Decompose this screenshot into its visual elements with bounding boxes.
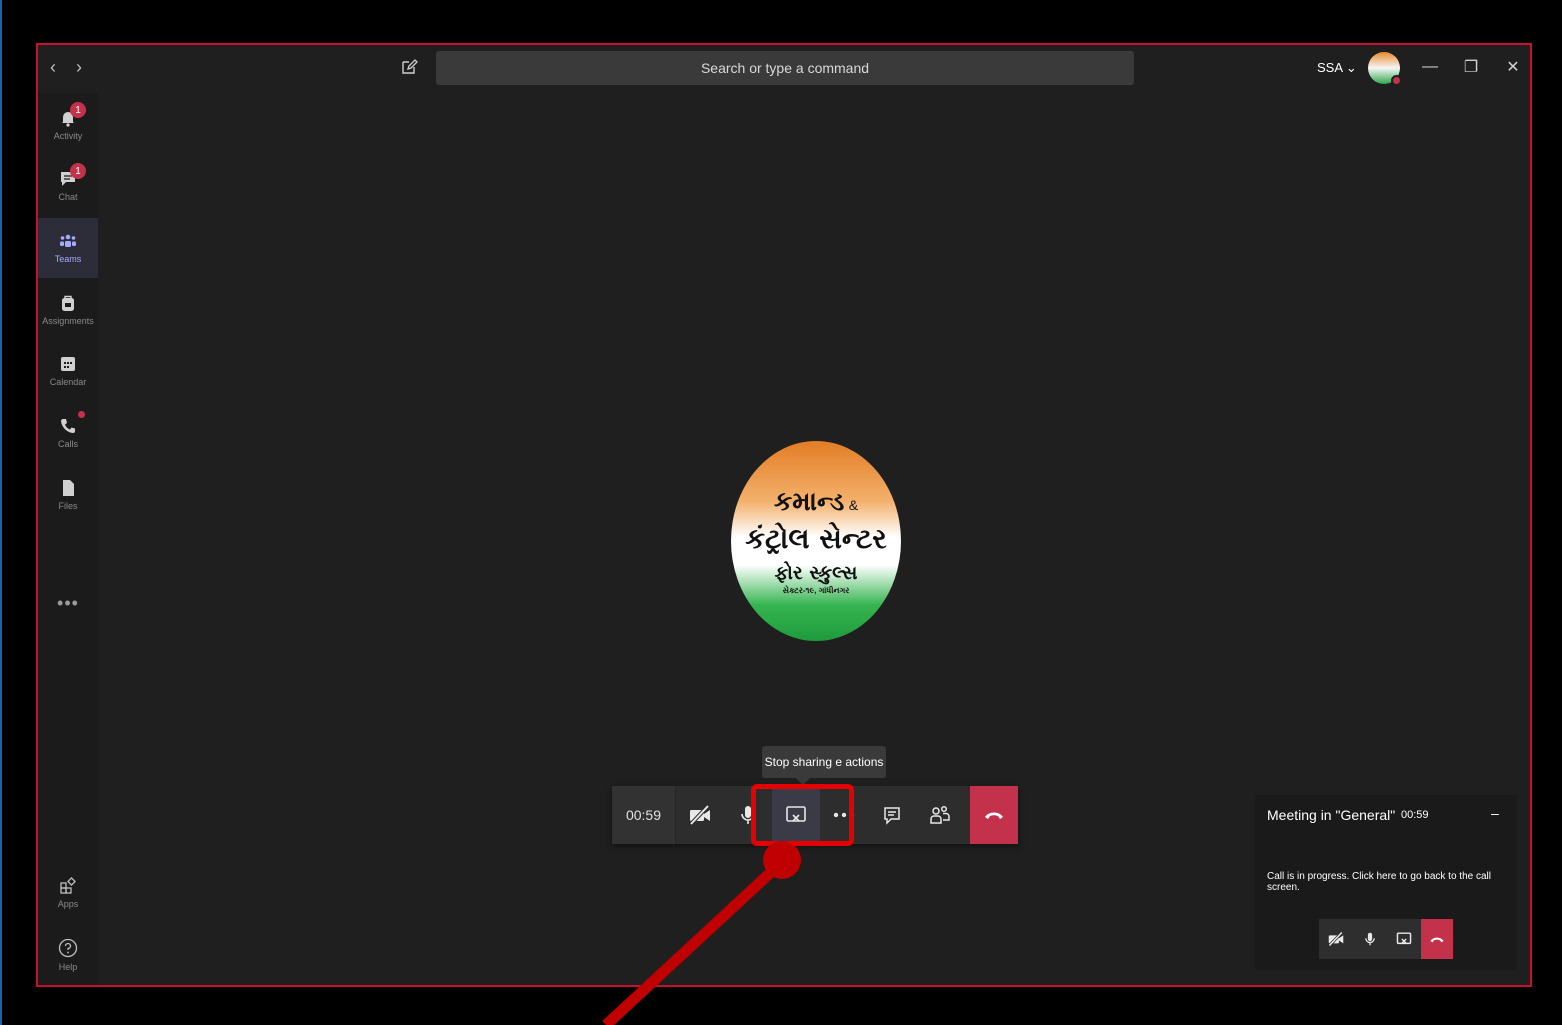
rail-item-activity[interactable]: Activity 1 — [38, 95, 98, 155]
rail-label: Teams — [54, 254, 82, 264]
rail-label: Chat — [58, 192, 78, 202]
user-menu[interactable]: SSA ⌄ — [1317, 60, 1357, 76]
help-icon — [58, 938, 78, 958]
forward-button[interactable]: › — [76, 57, 82, 78]
mini-call-window[interactable]: Meeting in "General" 00:59 – Call is in … — [1255, 795, 1517, 970]
rail-label: Apps — [57, 899, 79, 909]
compose-icon[interactable] — [400, 58, 418, 76]
logo-line-1: કમાન્ડ & — [774, 487, 858, 518]
search-input[interactable]: Search or type a command — [436, 51, 1134, 85]
rail-label: Files — [58, 501, 78, 511]
minimize-button[interactable]: — — [1418, 55, 1442, 79]
conversation-icon — [884, 807, 900, 825]
phone-icon — [61, 419, 75, 433]
close-button[interactable]: ✕ — [1501, 55, 1525, 79]
show-participants-button[interactable] — [916, 786, 964, 844]
stop-sharing-tooltip: Stop sharing e actions — [762, 746, 886, 778]
logo-line-3: ફોર સ્કુલ્સ — [774, 561, 858, 584]
teams-window: ‹ › Search or type a command SSA ⌄ — ❐ ✕… — [36, 43, 1532, 987]
shared-logo: કમાન્ડ & કંટ્રોલ સેન્ટર ફોર સ્કુલ્સ સેક્… — [731, 441, 901, 641]
title-bar: ‹ › Search or type a command SSA ⌄ — ❐ ✕ — [38, 45, 1530, 93]
notification-badge: 1 — [70, 102, 86, 118]
mini-camera-button[interactable] — [1319, 919, 1353, 959]
logo-title: કમાન્ડ — [773, 486, 845, 517]
desktop-edge — [0, 0, 2, 1025]
rail-label: Help — [58, 962, 78, 972]
rail-label: Calendar — [49, 377, 87, 387]
rail-item-apps[interactable]: Apps — [38, 863, 98, 923]
mini-call-duration: 00:59 — [1401, 809, 1429, 821]
avatar[interactable] — [1368, 52, 1402, 86]
apps-icon — [60, 877, 76, 894]
rail-item-assignments[interactable]: Assignments — [38, 280, 98, 340]
rail-label: Calls — [57, 439, 78, 449]
rail-item-help[interactable]: Help — [38, 925, 98, 985]
annotation-highlight-box — [751, 784, 854, 846]
microphone-icon — [1365, 932, 1375, 946]
backpack-icon — [62, 295, 74, 311]
camera-toggle-button[interactable] — [676, 786, 724, 844]
return-to-call-link[interactable]: Call is in progress. Click here to go ba… — [1267, 871, 1517, 893]
rail-item-files[interactable]: Files — [38, 465, 98, 525]
logo-line-2: કંટ્રોલ સેન્ટર — [745, 521, 887, 555]
status-dnd-icon — [1391, 75, 1402, 86]
file-icon — [63, 480, 74, 496]
mini-minimize-button[interactable]: – — [1491, 805, 1499, 821]
camera-off-icon — [689, 804, 710, 826]
hang-up-icon — [985, 812, 1003, 819]
mini-call-toolbar — [1319, 919, 1453, 959]
camera-off-icon — [1328, 931, 1344, 947]
meeting-title: Meeting in "General" — [1267, 807, 1396, 823]
calendar-icon — [61, 357, 75, 371]
hang-up-button[interactable] — [970, 786, 1018, 844]
rail-item-teams[interactable]: Teams — [38, 218, 98, 278]
mini-mic-button[interactable] — [1353, 919, 1387, 959]
restore-button[interactable]: ❐ — [1459, 55, 1483, 79]
stop-share-icon — [1396, 932, 1412, 945]
rail-label: Activity — [53, 131, 83, 141]
rail-item-chat[interactable]: Chat 1 — [38, 156, 98, 216]
more-apps-button[interactable]: ••• — [38, 593, 98, 614]
mini-stop-sharing-button[interactable] — [1387, 919, 1421, 959]
app-bar: Activity 1 Chat 1 Teams Assignments Cale… — [38, 93, 98, 985]
rail-label: Assignments — [42, 316, 94, 326]
logo-ampersand: & — [848, 496, 859, 513]
teams-icon — [60, 234, 76, 247]
show-conversation-button[interactable] — [868, 786, 916, 844]
mini-hang-up-button[interactable] — [1421, 919, 1453, 959]
rail-item-calendar[interactable]: Calendar — [38, 341, 98, 401]
logo-line-4: સેક્ટર-૧૯, ગાંધીનગર — [782, 585, 850, 595]
call-duration: 00:59 — [612, 786, 676, 844]
hang-up-icon — [1430, 937, 1444, 942]
rail-item-calls[interactable]: Calls — [38, 403, 98, 463]
back-button[interactable]: ‹ — [50, 57, 56, 78]
participants-icon — [930, 805, 950, 824]
notification-badge: 1 — [70, 163, 86, 179]
calls-indicator-icon — [78, 411, 85, 418]
